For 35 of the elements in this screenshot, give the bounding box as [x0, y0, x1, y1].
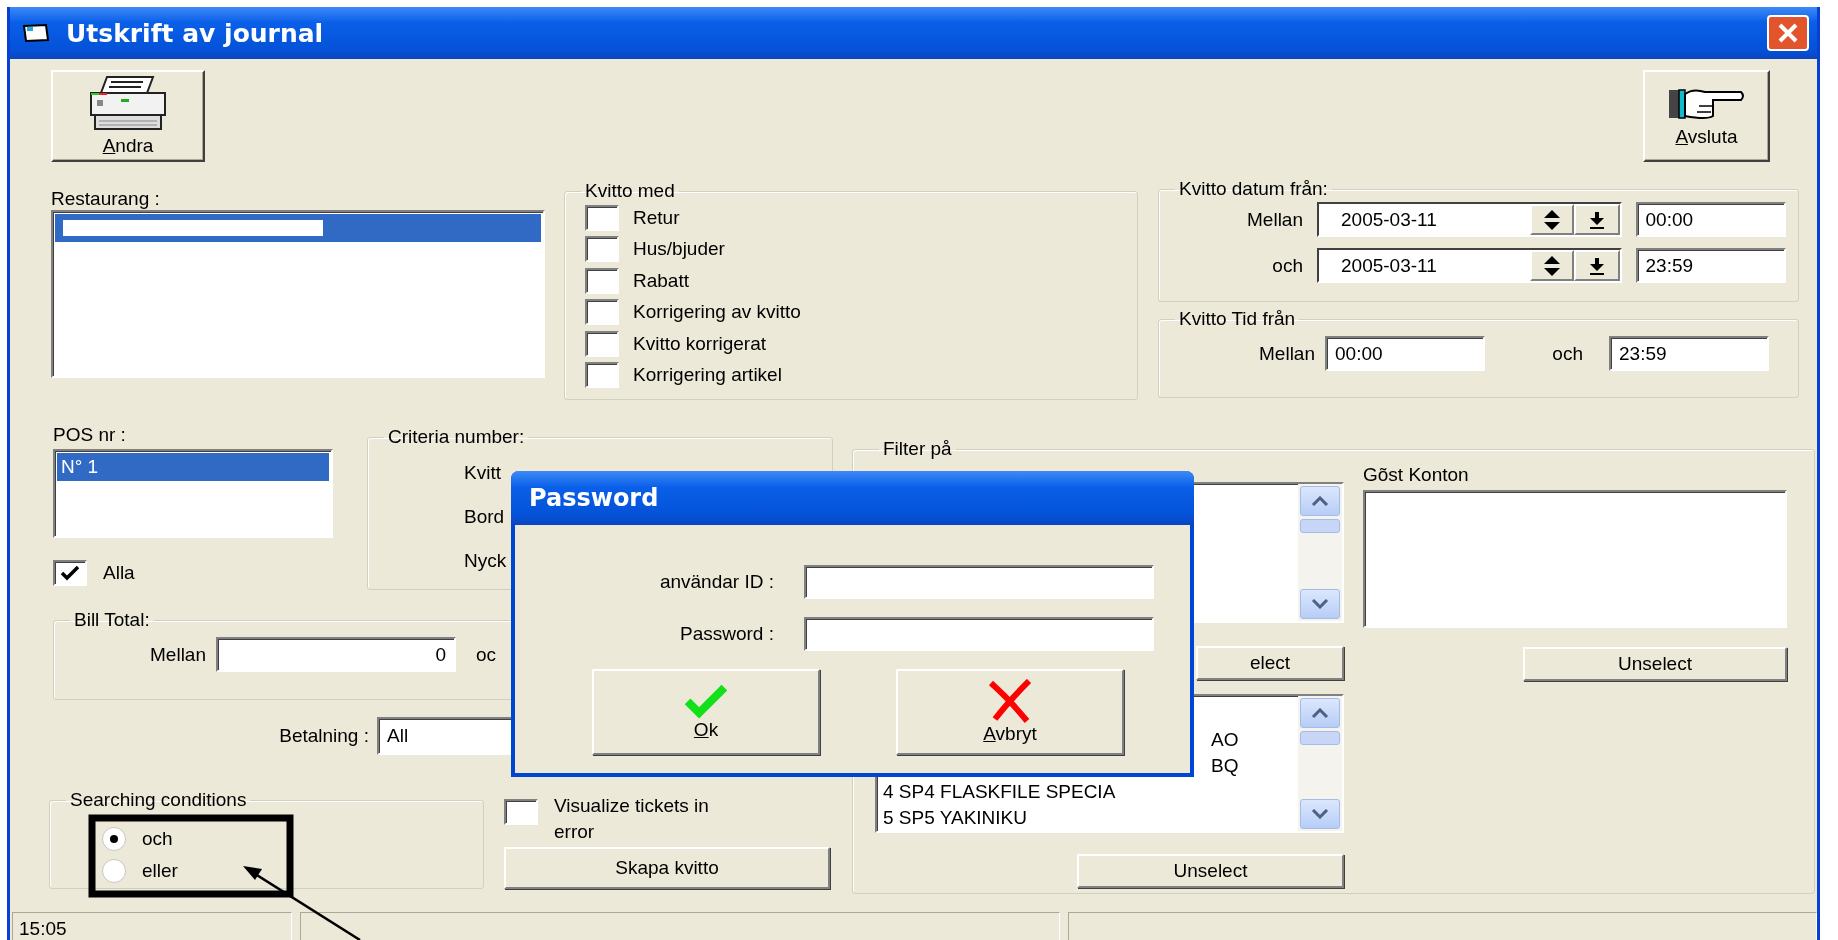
field-label: Gõst Konton: [1363, 464, 1469, 486]
field-label: och: [1271, 254, 1303, 277]
checkbox-label: Retur: [633, 206, 680, 229]
group-title: Kvitto datum från:: [1178, 178, 1329, 200]
field-label: Kvitt: [464, 462, 501, 483]
field-label: POS nr :: [53, 424, 127, 446]
field-label: Password :: [679, 623, 774, 645]
field-label: Betalning :: [278, 725, 369, 747]
window-title: Utskrift av journal: [66, 18, 325, 48]
checkbox-label: Visualize tickets in error: [554, 794, 710, 844]
group-title: Bill Total:: [73, 609, 151, 631]
field-label: och: [1551, 342, 1583, 365]
checkbox-label: Korrigering av kvitto: [633, 301, 801, 324]
dialog-title: Password: [529, 484, 659, 512]
status-time: 15:05: [19, 917, 67, 940]
field-label: oc: [476, 643, 497, 666]
field-label: användar ID :: [658, 571, 774, 593]
checkbox-label: Alla: [103, 562, 135, 584]
field-label: Mellan: [1246, 208, 1303, 231]
field-label: Mellan: [149, 643, 206, 666]
field-label: Mellan: [1258, 342, 1315, 365]
group-title: Kvitto Tid från: [1178, 308, 1297, 330]
checkbox-label: Hus/bjuder: [633, 238, 725, 261]
field-label: Restaurang :: [51, 188, 161, 210]
checkbox-label: Korrigering artikel: [633, 364, 782, 387]
field-label: Bord: [464, 506, 505, 527]
checkbox-label: Rabatt: [633, 269, 689, 292]
radio-label: och: [142, 828, 173, 850]
group-title: Searching conditions: [69, 789, 248, 811]
group-title: Filter på: [882, 438, 953, 460]
field-label: Nyck: [464, 550, 507, 571]
checkbox-label: Kvitto korrigerat: [633, 332, 767, 355]
radio-label: eller: [142, 860, 178, 882]
group-title: Criteria number:: [387, 426, 526, 448]
group-title: Kvitto med: [584, 180, 676, 202]
